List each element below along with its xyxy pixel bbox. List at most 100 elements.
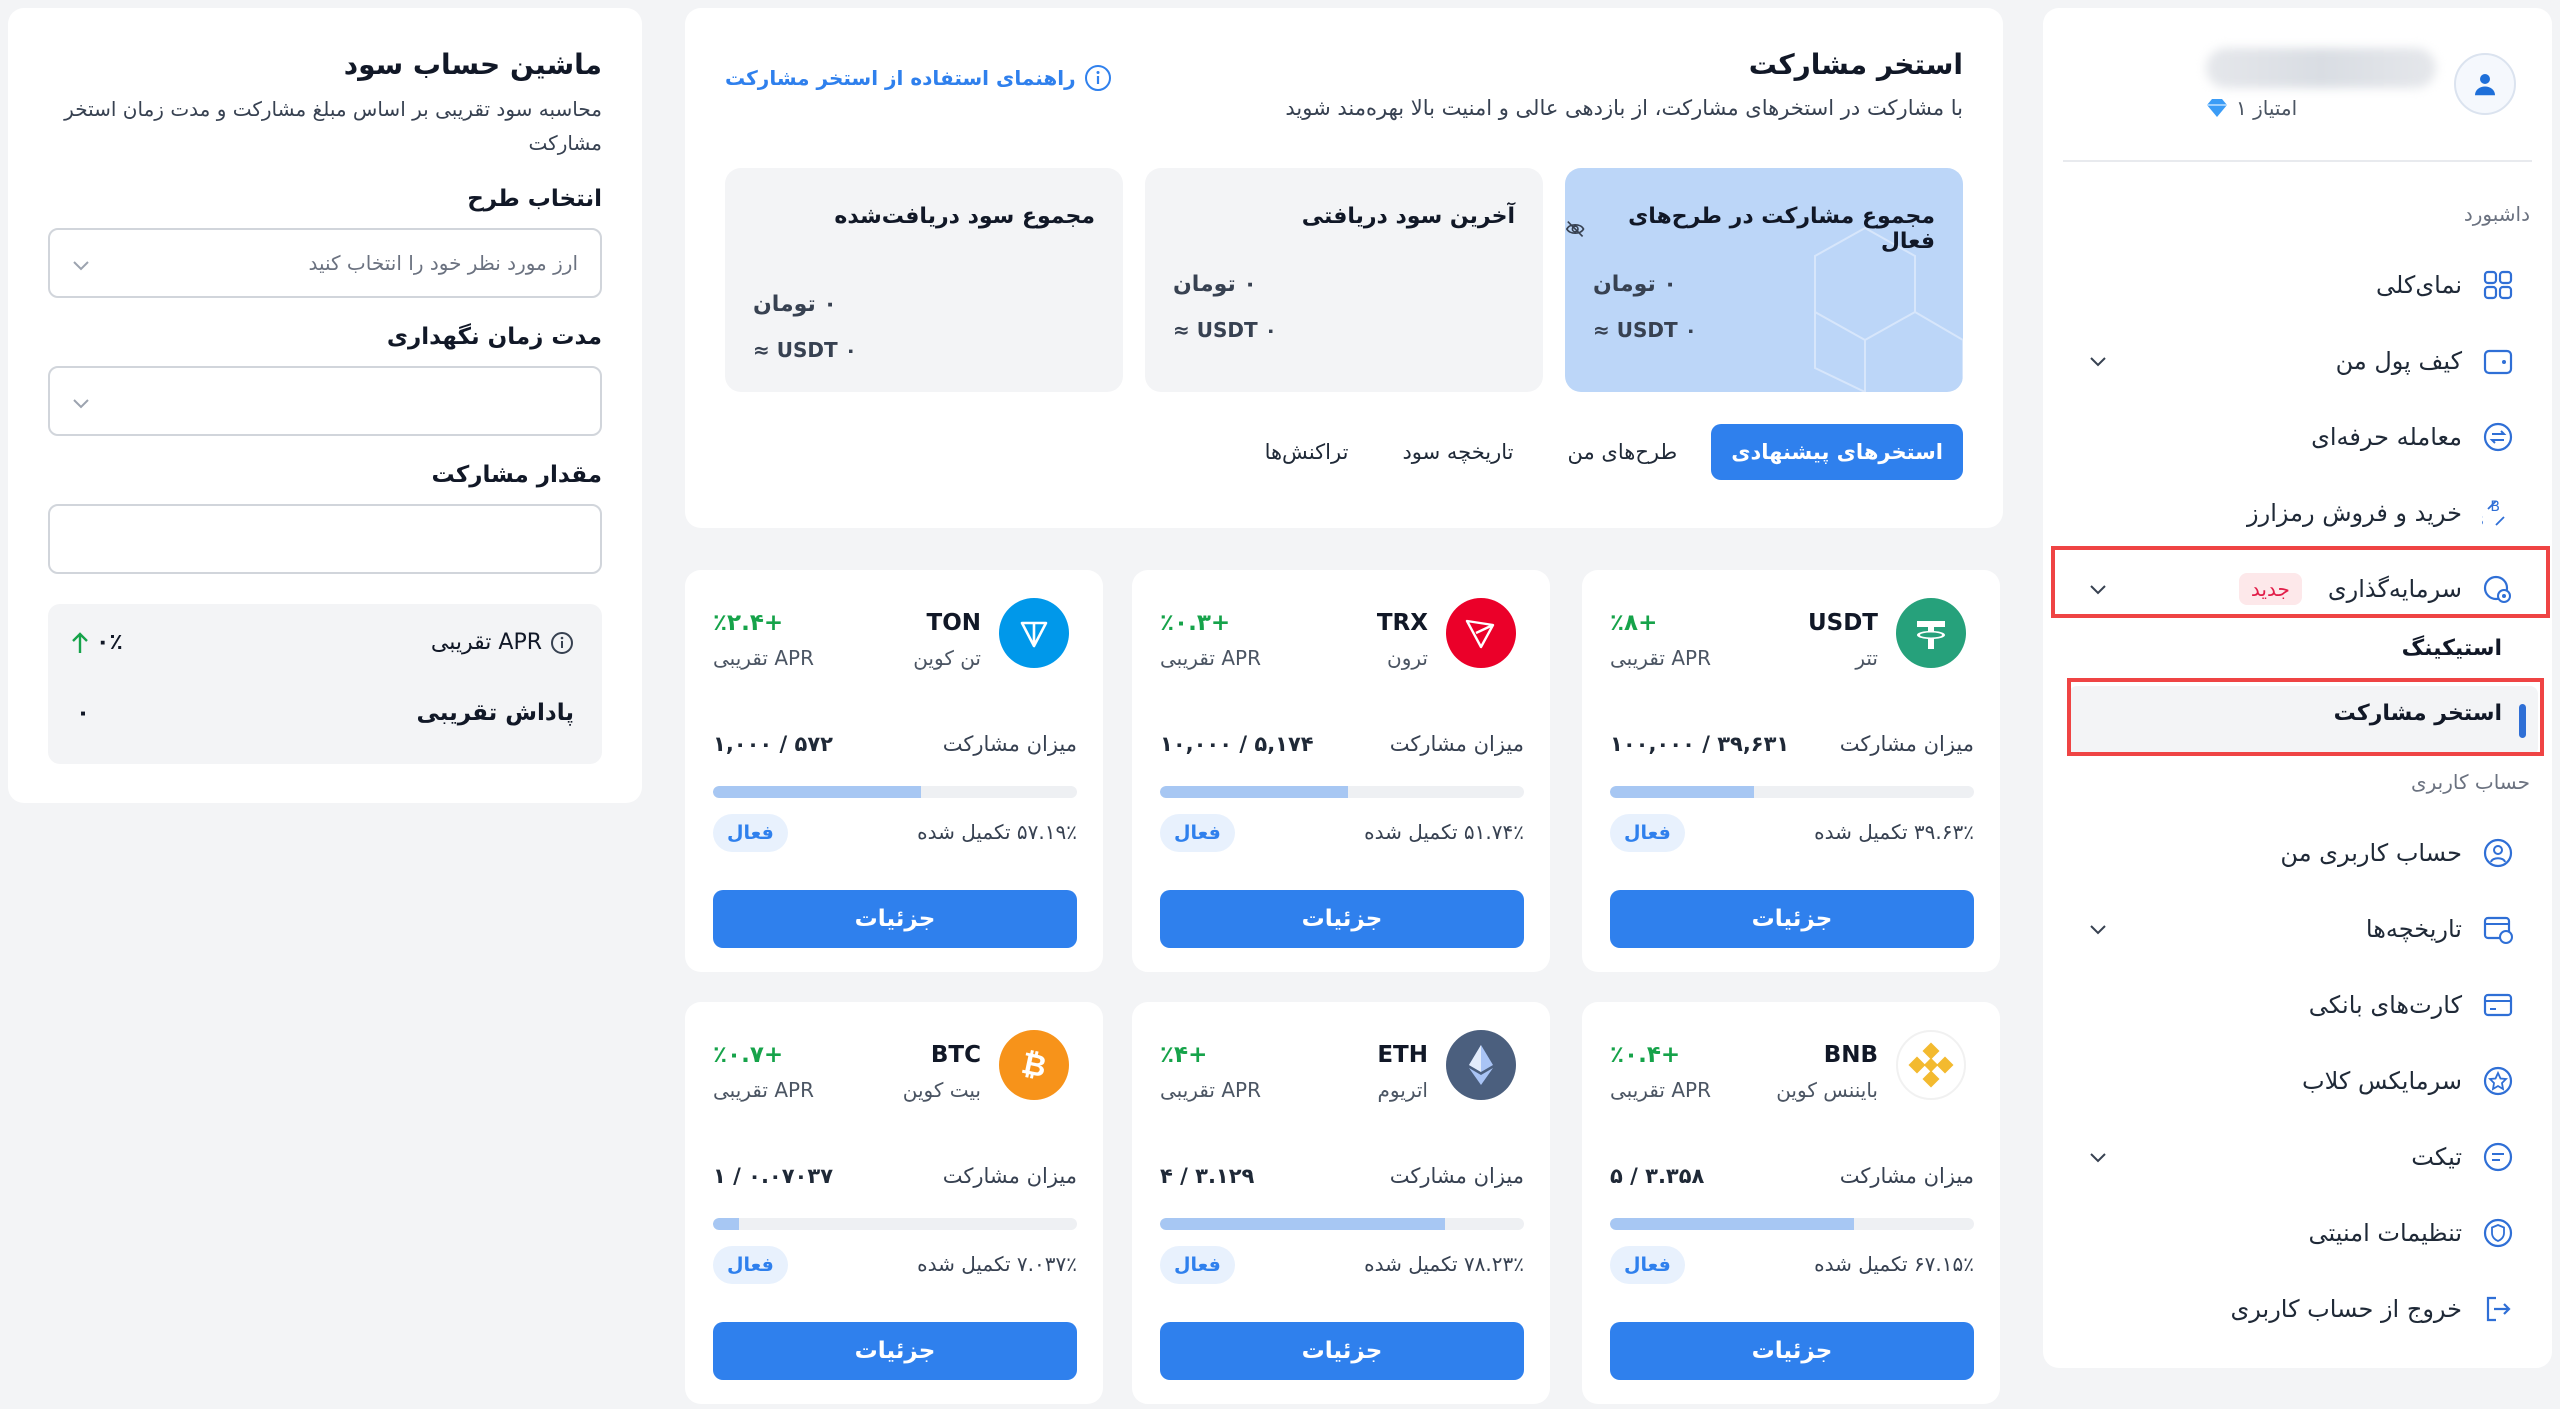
participation-label: میزان مشارکت — [1389, 732, 1524, 756]
status-badge: فعال — [1160, 814, 1235, 852]
calculator-title: ماشین حساب سود — [343, 48, 602, 81]
avatar[interactable] — [2454, 53, 2516, 115]
stat-usdt-value: ≈ USDT ۰ — [1593, 318, 1697, 342]
sidebar-item-label: کیف پول من — [2335, 347, 2462, 375]
sidebar-item-label: حساب کاربری من — [2280, 839, 2462, 867]
chevron-down-icon[interactable] — [2087, 350, 2109, 372]
chevron-down-icon — [73, 399, 89, 409]
sidebar-item-buy-sell[interactable]: $B خرید و فروش رمزارز — [2057, 478, 2538, 548]
sidebar-subitem-staking[interactable]: استیکینگ — [2402, 636, 2502, 661]
diamond-icon — [2207, 99, 2227, 117]
user-profile[interactable]: امتیاز ۱ — [2206, 48, 2516, 120]
sidebar-item-club[interactable]: سرمایکس کلاب — [2057, 1046, 2538, 1116]
details-button[interactable]: جزئیات — [1610, 890, 1974, 948]
sidebar-item-overview[interactable]: نمای‌کلی — [2057, 250, 2538, 320]
completed-percent: ۵۷.۱۹٪ تکمیل شده — [917, 820, 1077, 844]
plan-select[interactable]: ارز مورد نظر خود را انتخاب کنید — [48, 228, 602, 298]
stat-toman-value: ۰ تومان — [1173, 272, 1257, 297]
tab-profit-history[interactable]: تاریخچه سود — [1382, 424, 1533, 480]
profit-calculator-card: ماشین حساب سود محاسبه سود تقریبی بر اساس… — [8, 8, 642, 803]
completed-percent: ۳۹.۶۳٪ تکمیل شده — [1814, 820, 1974, 844]
stat-title: مجموع سود دریافت‌شده — [834, 204, 1095, 229]
calculator-description: محاسبه سود تقریبی بر اساس مبلغ مشارکت و … — [64, 97, 602, 155]
coin-symbol: BTC — [930, 1042, 981, 1068]
info-icon[interactable] — [550, 631, 574, 655]
sidebar-item-logout[interactable]: خروج از حساب کاربری — [2057, 1274, 2538, 1344]
stat-title-label: مجموع مشارکت در طرح‌های فعال — [1628, 204, 1935, 254]
chevron-down-icon — [73, 261, 89, 271]
tab-my-plans[interactable]: طرح‌های من — [1548, 424, 1698, 480]
tab-suggested-pools[interactable]: استخرهای پیشنهادی — [1711, 424, 1963, 480]
chevron-down-icon[interactable] — [2087, 1146, 2109, 1168]
chevron-down-icon[interactable] — [2087, 918, 2109, 940]
user-icon — [2475, 74, 2495, 96]
progress-fill — [1610, 786, 1755, 798]
reward-value: ۰ — [76, 700, 91, 726]
arrow-up-icon — [72, 631, 88, 653]
apr-label: APR تقریبی — [1610, 646, 1711, 670]
details-button[interactable]: جزئیات — [1160, 1322, 1524, 1380]
ticket-icon — [2480, 1139, 2516, 1175]
amount-input[interactable] — [48, 504, 602, 574]
history-icon — [2480, 911, 2516, 947]
status-badge: فعال — [713, 814, 788, 852]
sidebar-item-label: تیکت — [2411, 1143, 2462, 1171]
stat-title: آخرین سود دریافتی — [1301, 204, 1515, 229]
progress-bar — [713, 786, 1077, 798]
user-name-blurred — [2206, 48, 2436, 88]
progress-fill — [713, 1218, 739, 1230]
sidebar-item-security[interactable]: تنظیمات امنیتی — [2057, 1198, 2538, 1268]
guide-link[interactable]: راهنمای استفاده از استخر مشارکت — [725, 64, 1112, 92]
stat-usdt-value: ≈ USDT ۰ — [753, 338, 857, 362]
participation-label: میزان مشارکت — [1839, 1164, 1974, 1188]
bank-card-icon — [2480, 987, 2516, 1023]
progress-fill — [1610, 1218, 1855, 1230]
eye-off-icon[interactable] — [1565, 218, 1585, 240]
completed-percent: ۷۸.۲۳٪ تکمیل شده — [1364, 1252, 1524, 1276]
participation-value: ۰.۰۷۰۳۷ / ۱ — [713, 1164, 834, 1188]
coin-name: تتر — [1855, 646, 1878, 670]
duration-select[interactable] — [48, 366, 602, 436]
section-label-account: حساب کاربری — [2410, 770, 2530, 794]
sidebar-item-label: کارت‌های بانکی — [2308, 991, 2462, 1019]
highlight-box-investment — [2051, 546, 2550, 618]
duration-label: مدت زمان نگهداری — [386, 324, 602, 350]
wallet-icon — [2480, 343, 2516, 379]
sidebar-item-label: تاریخچه‌ها — [2365, 915, 2462, 943]
eth-icon — [1446, 1030, 1516, 1100]
pool-card-usdt: USDT تتر +٪۸ APR تقریبی میزان مشارکت ۳۹,… — [1582, 570, 2000, 972]
details-button[interactable]: جزئیات — [713, 890, 1077, 948]
apr-value: +٪۰.۷ — [713, 1042, 784, 1068]
page-title: استخر مشارکت — [1748, 48, 1963, 81]
tab-transactions[interactable]: تراکنش‌ها — [1245, 424, 1369, 480]
apr-label: APR تقریبی — [713, 646, 814, 670]
exchange-icon — [2480, 419, 2516, 455]
sidebar-item-my-account[interactable]: حساب کاربری من — [2057, 818, 2538, 888]
sidebar-item-history[interactable]: تاریخچه‌ها — [2057, 894, 2538, 964]
apr-value-row: ۰٪ — [70, 630, 123, 655]
sidebar-item-wallet[interactable]: کیف پول من — [2057, 326, 2538, 396]
apr-label: APR تقریبی — [1160, 1078, 1261, 1102]
buy-sell-icon: $B — [2480, 495, 2516, 531]
completed-percent: ۷.۰۳۷٪ تکمیل شده — [917, 1252, 1077, 1276]
sidebar-item-bank-cards[interactable]: کارت‌های بانکی — [2057, 970, 2538, 1040]
sidebar-item-pro-trading[interactable]: معامله حرفه‌ای — [2057, 402, 2538, 472]
page-subtitle: با مشارکت در استخرهای مشارکت، از بازدهی … — [1285, 96, 1963, 120]
details-button[interactable]: جزئیات — [1160, 890, 1524, 948]
apr-value: ۰٪ — [96, 630, 123, 655]
coin-name: تن کوین — [913, 646, 981, 670]
calculator-result: APR تقریبی ۰٪ پاداش تقریبی ۰ — [48, 604, 602, 764]
coin-name: بیت کوین — [902, 1078, 981, 1102]
shield-icon — [2480, 1215, 2516, 1251]
pool-tabs: استخرهای پیشنهادی طرح‌های من تاریخچه سود… — [1245, 424, 1963, 480]
details-button[interactable]: جزئیات — [713, 1322, 1077, 1380]
coin-symbol: BNB — [1823, 1042, 1878, 1068]
sidebar-item-ticket[interactable]: تیکت — [2057, 1122, 2538, 1192]
coin-name: بایننس کوین — [1776, 1078, 1878, 1102]
stat-total-participation: مجموع مشارکت در طرح‌های فعال ۰ تومان ≈ U… — [1565, 168, 1963, 392]
guide-link-label: راهنمای استفاده از استخر مشارکت — [725, 66, 1076, 90]
svg-text:$: $ — [2482, 513, 2484, 529]
sidebar-item-label: خروج از حساب کاربری — [2230, 1295, 2463, 1323]
bnb-icon — [1896, 1030, 1966, 1100]
details-button[interactable]: جزئیات — [1610, 1322, 1974, 1380]
